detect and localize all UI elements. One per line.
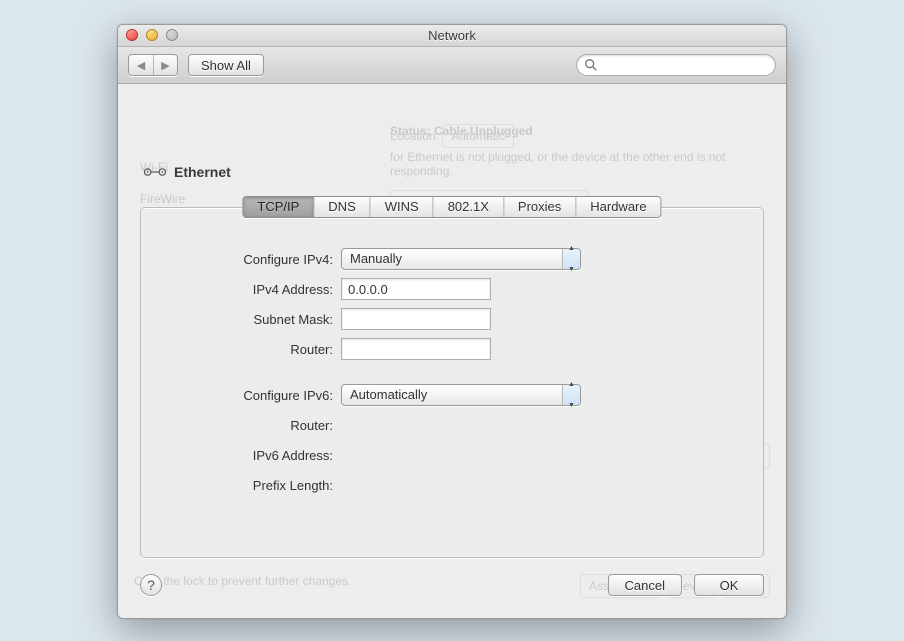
close-window-button[interactable] (126, 29, 138, 41)
window-title: Network (428, 28, 476, 43)
cancel-button[interactable]: Cancel (608, 574, 682, 596)
content-area: Location: Automatic Wi-Fi FireWire Bluet… (118, 84, 786, 618)
search-field[interactable] (576, 54, 776, 76)
prefix-length-label: Prefix Length: (141, 478, 341, 493)
bg-location-value: Automatic (442, 124, 513, 148)
search-input[interactable] (576, 54, 776, 76)
configure-ipv4-popup[interactable]: Manually ▲▼ (341, 248, 581, 270)
configure-ipv6-value: Automatically (350, 387, 427, 402)
configure-ipv6-popup[interactable]: Automatically ▲▼ (341, 384, 581, 406)
configure-ipv4-value: Manually (350, 251, 402, 266)
show-all-button[interactable]: Show All (188, 54, 264, 76)
tab-segment: TCP/IP DNS WINS 802.1X Proxies Hardware (242, 196, 661, 218)
ok-button[interactable]: OK (694, 574, 764, 596)
traffic-lights (126, 29, 178, 41)
bg-status-detail: for Ethernet is not plugged, or the devi… (390, 150, 770, 178)
ipv4-address-label: IPv4 Address: (141, 282, 341, 297)
zoom-window-button[interactable] (166, 29, 178, 41)
nav-segment: ◀ ▶ (128, 54, 178, 76)
minimize-window-button[interactable] (146, 29, 158, 41)
router-label: Router: (141, 342, 341, 357)
interface-name: Ethernet (174, 164, 231, 180)
popup-arrows-icon: ▲▼ (562, 385, 580, 405)
tab-8021x[interactable]: 802.1X (433, 197, 503, 217)
titlebar: Network (118, 25, 786, 47)
bg-status-value: Cable Unplugged (434, 124, 533, 138)
search-icon (584, 58, 598, 72)
configure-ipv6-label: Configure IPv6: (141, 388, 341, 403)
bg-lock-text: Click the lock to prevent further change… (134, 574, 351, 588)
bg-sidebar-item: Wi-Fi (140, 160, 770, 174)
tab-tcpip[interactable]: TCP/IP (243, 197, 313, 217)
ethernet-icon (144, 162, 166, 182)
network-preferences-window: Network ◀ ▶ Show All Location: Automatic… (117, 24, 787, 619)
subnet-mask-label: Subnet Mask: (141, 312, 341, 327)
tab-dns[interactable]: DNS (313, 197, 369, 217)
tcpip-groupbox: Configure IPv4: Manually ▲▼ IPv4 Address… (140, 207, 764, 558)
popup-arrows-icon: ▲▼ (562, 249, 580, 269)
bottom-button-row: Cancel OK (608, 574, 764, 596)
tab-proxies[interactable]: Proxies (503, 197, 575, 217)
bg-location-label: Location: (390, 129, 439, 143)
forward-button[interactable]: ▶ (153, 55, 177, 75)
configure-ipv4-label: Configure IPv4: (141, 252, 341, 267)
tcpip-form: Configure IPv4: Manually ▲▼ IPv4 Address… (141, 244, 763, 500)
ipv6-address-label: IPv6 Address: (141, 448, 341, 463)
tab-hardware[interactable]: Hardware (575, 197, 660, 217)
sheet-header: Ethernet (144, 162, 231, 182)
router-field[interactable] (341, 338, 491, 360)
subnet-mask-field[interactable] (341, 308, 491, 330)
tab-wins[interactable]: WINS (370, 197, 433, 217)
bg-status-label: Status: (390, 124, 431, 138)
ipv4-address-field[interactable] (341, 278, 491, 300)
help-button[interactable]: ? (140, 574, 162, 596)
router6-label: Router: (141, 418, 341, 433)
back-button[interactable]: ◀ (129, 55, 153, 75)
toolbar: ◀ ▶ Show All (118, 47, 786, 84)
